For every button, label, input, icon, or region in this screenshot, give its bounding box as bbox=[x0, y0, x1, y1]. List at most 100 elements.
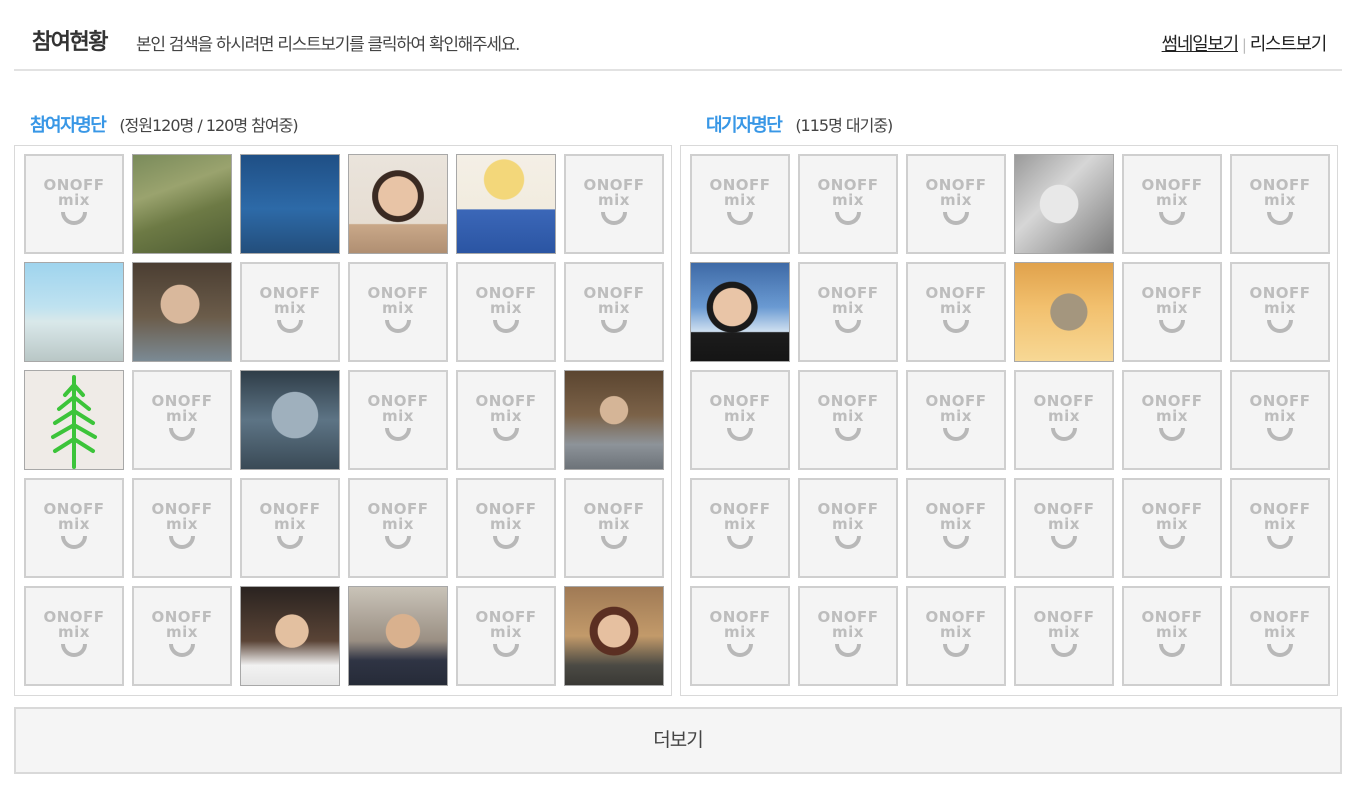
member-avatar[interactable] bbox=[564, 586, 664, 686]
default-avatar[interactable]: ONOFF mix bbox=[1230, 262, 1330, 362]
default-avatar[interactable]: ONOFF mix bbox=[690, 370, 790, 470]
waitlist-panel: ONOFF mix ONOFF mix ONOFF mix ONOFF mix ONOFF mix… bbox=[680, 145, 1338, 696]
default-avatar[interactable]: ONOFF mix bbox=[456, 478, 556, 578]
default-avatar[interactable]: ONOFF mix bbox=[24, 154, 124, 254]
onoffmix-logo-icon: ONOFF mix bbox=[800, 178, 896, 225]
default-avatar[interactable]: ONOFF mix bbox=[132, 370, 232, 470]
waitlist-count: (115명 대기중) bbox=[795, 116, 893, 135]
member-avatar[interactable] bbox=[24, 262, 124, 362]
member-avatar[interactable] bbox=[132, 154, 232, 254]
default-avatar[interactable]: ONOFF mix bbox=[132, 478, 232, 578]
onoffmix-logo-icon: ONOFF mix bbox=[1124, 610, 1220, 657]
default-avatar[interactable]: ONOFF mix bbox=[348, 370, 448, 470]
onoffmix-logo-icon: ONOFF mix bbox=[458, 286, 554, 333]
default-avatar[interactable]: ONOFF mix bbox=[798, 586, 898, 686]
participants-panel: ONOFF mix ONOFF mix ONOFF mix ONOFF mix ONOFF mix… bbox=[14, 145, 672, 696]
member-avatar[interactable] bbox=[456, 154, 556, 254]
thumbnail-view-link[interactable]: 썸네일보기 bbox=[1162, 34, 1240, 55]
more-button[interactable]: 더보기 bbox=[14, 707, 1342, 774]
default-avatar[interactable]: ONOFF mix bbox=[1230, 586, 1330, 686]
member-avatar[interactable] bbox=[564, 370, 664, 470]
default-avatar[interactable]: ONOFF mix bbox=[798, 262, 898, 362]
member-avatar[interactable] bbox=[132, 262, 232, 362]
default-avatar[interactable]: ONOFF mix bbox=[456, 262, 556, 362]
default-avatar[interactable]: ONOFF mix bbox=[348, 478, 448, 578]
member-avatar[interactable] bbox=[1014, 262, 1114, 362]
default-avatar[interactable]: ONOFF mix bbox=[1230, 370, 1330, 470]
participants-count: (정원120명 / 120명 참여중) bbox=[119, 116, 298, 135]
default-avatar[interactable]: ONOFF mix bbox=[1122, 586, 1222, 686]
onoffmix-logo-icon: ONOFF mix bbox=[26, 502, 122, 549]
default-avatar[interactable]: ONOFF mix bbox=[564, 154, 664, 254]
default-avatar[interactable]: ONOFF mix bbox=[1014, 370, 1114, 470]
member-avatar[interactable] bbox=[240, 586, 340, 686]
member-avatar[interactable] bbox=[348, 154, 448, 254]
waitlist-heading: 대기자명단 (115명 대기중) bbox=[706, 111, 893, 137]
page-title: 참여현황 bbox=[32, 30, 108, 55]
man-portrait-photo bbox=[349, 155, 447, 253]
onoffmix-logo-icon: ONOFF mix bbox=[1232, 178, 1328, 225]
default-avatar[interactable]: ONOFF mix bbox=[906, 154, 1006, 254]
onoffmix-logo-icon: ONOFF mix bbox=[908, 286, 1004, 333]
onoffmix-logo-icon: ONOFF mix bbox=[692, 178, 788, 225]
default-avatar[interactable]: ONOFF mix bbox=[240, 262, 340, 362]
default-avatar[interactable]: ONOFF mix bbox=[906, 586, 1006, 686]
onoffmix-logo-icon: ONOFF mix bbox=[242, 502, 338, 549]
default-avatar[interactable]: ONOFF mix bbox=[1122, 262, 1222, 362]
onoffmix-logo-icon: ONOFF mix bbox=[1016, 610, 1112, 657]
default-avatar[interactable]: ONOFF mix bbox=[1014, 478, 1114, 578]
default-avatar[interactable]: ONOFF mix bbox=[798, 478, 898, 578]
default-avatar[interactable]: ONOFF mix bbox=[1122, 154, 1222, 254]
default-avatar[interactable]: ONOFF mix bbox=[1014, 586, 1114, 686]
onoffmix-logo-icon: ONOFF mix bbox=[350, 502, 446, 549]
onoffmix-logo-icon: ONOFF mix bbox=[134, 394, 230, 441]
member-avatar[interactable] bbox=[348, 586, 448, 686]
default-avatar[interactable]: ONOFF mix bbox=[24, 586, 124, 686]
onoffmix-logo-icon: ONOFF mix bbox=[26, 610, 122, 657]
member-avatar[interactable] bbox=[690, 262, 790, 362]
default-avatar[interactable]: ONOFF mix bbox=[348, 262, 448, 362]
onoffmix-logo-icon: ONOFF mix bbox=[242, 286, 338, 333]
onoffmix-logo-icon: ONOFF mix bbox=[692, 394, 788, 441]
list-view-link[interactable]: 리스트보기 bbox=[1250, 34, 1328, 55]
participants-heading: 참여자명단 (정원120명 / 120명 참여중) bbox=[30, 111, 299, 137]
beach-selfie-photo bbox=[25, 263, 123, 361]
member-avatar[interactable] bbox=[240, 154, 340, 254]
default-avatar[interactable]: ONOFF mix bbox=[690, 586, 790, 686]
onoffmix-logo-icon: ONOFF mix bbox=[1232, 502, 1328, 549]
member-avatar[interactable] bbox=[1014, 154, 1114, 254]
default-avatar[interactable]: ONOFF mix bbox=[906, 478, 1006, 578]
onoffmix-logo-icon: ONOFF mix bbox=[1124, 178, 1220, 225]
default-avatar[interactable]: ONOFF mix bbox=[690, 154, 790, 254]
default-avatar[interactable]: ONOFF mix bbox=[906, 370, 1006, 470]
onoffmix-logo-icon: ONOFF mix bbox=[908, 178, 1004, 225]
default-avatar[interactable]: ONOFF mix bbox=[132, 586, 232, 686]
onoffmix-logo-icon: ONOFF mix bbox=[134, 610, 230, 657]
member-avatar[interactable] bbox=[24, 370, 124, 470]
default-avatar[interactable]: ONOFF mix bbox=[798, 154, 898, 254]
view-toggle: 썸네일보기 | 리스트보기 bbox=[1162, 30, 1328, 56]
default-avatar[interactable]: ONOFF mix bbox=[24, 478, 124, 578]
default-avatar[interactable]: ONOFF mix bbox=[564, 262, 664, 362]
default-avatar[interactable]: ONOFF mix bbox=[456, 586, 556, 686]
night-selfie-photo bbox=[241, 587, 339, 685]
member-avatar[interactable] bbox=[240, 370, 340, 470]
waitlist-title: 대기자명단 bbox=[706, 115, 783, 136]
onoffmix-logo-icon: ONOFF mix bbox=[908, 394, 1004, 441]
default-avatar[interactable]: ONOFF mix bbox=[906, 262, 1006, 362]
participants-title: 참여자명단 bbox=[30, 115, 107, 136]
default-avatar[interactable]: ONOFF mix bbox=[690, 478, 790, 578]
default-avatar[interactable]: ONOFF mix bbox=[456, 370, 556, 470]
default-avatar[interactable]: ONOFF mix bbox=[1230, 154, 1330, 254]
page-header: 참여현황 본인 검색을 하시려면 리스트보기를 클릭하여 확인해주세요. 썸네일… bbox=[14, 0, 1342, 71]
onoffmix-logo-icon: ONOFF mix bbox=[800, 286, 896, 333]
default-avatar[interactable]: ONOFF mix bbox=[1122, 370, 1222, 470]
onoffmix-logo-icon: ONOFF mix bbox=[26, 178, 122, 225]
sketch-portrait-photo bbox=[1015, 155, 1113, 253]
default-avatar[interactable]: ONOFF mix bbox=[798, 370, 898, 470]
default-avatar[interactable]: ONOFF mix bbox=[1122, 478, 1222, 578]
default-avatar[interactable]: ONOFF mix bbox=[240, 478, 340, 578]
onoffmix-logo-icon: ONOFF mix bbox=[800, 394, 896, 441]
default-avatar[interactable]: ONOFF mix bbox=[1230, 478, 1330, 578]
default-avatar[interactable]: ONOFF mix bbox=[564, 478, 664, 578]
